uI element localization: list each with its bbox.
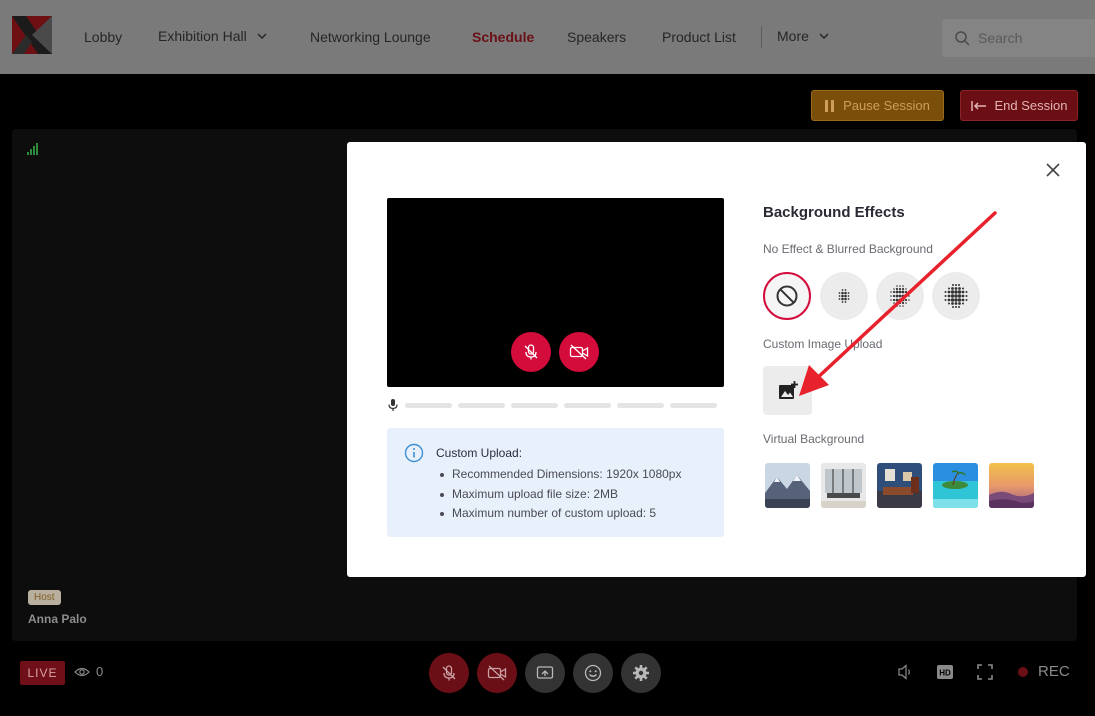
mic-off-icon [442, 665, 456, 681]
exit-arrow-icon [970, 100, 986, 111]
blur-high-option[interactable] [932, 272, 980, 320]
nav-item-more[interactable]: More [777, 28, 831, 44]
blur-low-icon [838, 289, 850, 303]
nav-item-lobby[interactable]: Lobby [84, 29, 122, 45]
info-list-item: Recommended Dimensions: 1920x 1080px [436, 465, 681, 485]
host-badge: Host [28, 590, 61, 605]
end-session-label: End Session [994, 98, 1068, 113]
pause-icon [825, 99, 835, 112]
blur-low-option[interactable] [820, 272, 868, 320]
blur-high-icon [944, 284, 968, 308]
nav-item-speakers[interactable]: Speakers [567, 29, 626, 45]
reactions-button[interactable] [573, 653, 613, 693]
record-label: REC [1038, 663, 1070, 680]
add-image-icon [778, 380, 798, 399]
close-icon[interactable] [1044, 161, 1062, 179]
hd-quality-icon[interactable]: HD [936, 663, 954, 681]
info-icon [404, 443, 424, 463]
pause-session-label: Pause Session [843, 98, 930, 113]
nav-label: Exhibition Hall [158, 28, 247, 44]
speaker-volume-icon[interactable] [897, 663, 913, 681]
app-logo[interactable] [12, 16, 52, 54]
screen-share-icon [536, 666, 554, 679]
no-effect-icon [776, 285, 798, 307]
virtual-bg-sunset-sky[interactable] [989, 463, 1034, 508]
microphone-icon [388, 399, 398, 411]
chevron-down-icon [819, 33, 829, 40]
viewer-count-value: 0 [96, 664, 104, 679]
signal-strength-icon [27, 143, 38, 155]
preview-camera-toggle-button[interactable] [559, 332, 599, 372]
upload-image-button[interactable] [763, 366, 812, 415]
nav-item-networking-lounge[interactable]: Networking Lounge [310, 29, 431, 45]
record-toggle[interactable]: REC [1018, 663, 1070, 680]
audio-level-bar [617, 402, 664, 408]
virtual-bg-office-interior[interactable] [821, 463, 866, 508]
camera-off-icon [487, 665, 507, 681]
audio-level-bar [458, 402, 505, 408]
gear-icon [633, 665, 649, 681]
camera-toggle-button[interactable] [477, 653, 517, 693]
nav-divider [761, 26, 762, 48]
top-nav-bar: Lobby Exhibition Hall Networking Lounge … [0, 0, 1095, 74]
host-name: Anna Palo [28, 612, 87, 626]
audio-level-meter [387, 398, 717, 412]
screen-share-button[interactable] [525, 653, 565, 693]
nav-item-product-list[interactable]: Product List [662, 29, 736, 45]
settings-button[interactable] [621, 653, 661, 693]
emoji-icon [584, 664, 602, 682]
camera-off-icon [569, 344, 589, 360]
audio-level-bar [670, 402, 717, 408]
pause-session-button[interactable]: Pause Session [811, 90, 944, 121]
fullscreen-icon[interactable] [977, 663, 993, 681]
background-effects-modal: Custom Upload: Recommended Dimensions: 1… [347, 142, 1086, 577]
nav-label: Speakers [567, 29, 627, 45]
end-session-button[interactable]: End Session [960, 90, 1078, 121]
blur-medium-option[interactable] [876, 272, 924, 320]
nav-label: Product List [662, 29, 736, 45]
info-list: Recommended Dimensions: 1920x 1080px Max… [436, 465, 681, 524]
live-badge: LIVE [20, 661, 65, 685]
preview-mic-toggle-button[interactable] [511, 332, 551, 372]
audio-level-bar [564, 402, 611, 408]
chevron-down-icon [257, 33, 267, 40]
audio-level-bar [405, 402, 452, 408]
modal-title: Background Effects [763, 204, 905, 221]
audio-level-bar [511, 402, 558, 408]
virtual-bg-mountains[interactable] [765, 463, 810, 508]
search-icon [955, 31, 970, 46]
camera-preview [387, 198, 724, 387]
no-effect-section-label: No Effect & Blurred Background [763, 242, 933, 256]
nav-item-schedule[interactable]: Schedule [472, 29, 534, 45]
search-box[interactable] [942, 19, 1095, 57]
info-title: Custom Upload: [436, 446, 523, 460]
mic-off-icon [524, 344, 538, 360]
search-input[interactable] [978, 30, 1088, 46]
svg-text:HD: HD [939, 669, 951, 678]
virtual-background-section-label: Virtual Background [763, 432, 865, 446]
virtual-bg-tropical-beach[interactable] [933, 463, 978, 508]
nav-item-exhibition-hall[interactable]: Exhibition Hall [158, 28, 269, 44]
eye-icon [74, 667, 90, 676]
blur-medium-icon [890, 285, 910, 307]
mic-toggle-button[interactable] [429, 653, 469, 693]
viewer-count: 0 [74, 664, 103, 679]
nav-label: More [777, 28, 809, 44]
virtual-bg-living-room[interactable] [877, 463, 922, 508]
info-list-item: Maximum upload file size: 2MB [436, 485, 681, 505]
custom-upload-info: Custom Upload: Recommended Dimensions: 1… [387, 428, 724, 537]
info-list-item: Maximum number of custom upload: 5 [436, 504, 681, 524]
nav-label: Lobby [84, 29, 123, 45]
nav-label: Schedule [472, 29, 535, 45]
custom-upload-section-label: Custom Image Upload [763, 337, 883, 351]
nav-label: Networking Lounge [310, 29, 431, 45]
no-effect-option[interactable] [763, 272, 811, 320]
record-dot-icon [1018, 666, 1028, 677]
